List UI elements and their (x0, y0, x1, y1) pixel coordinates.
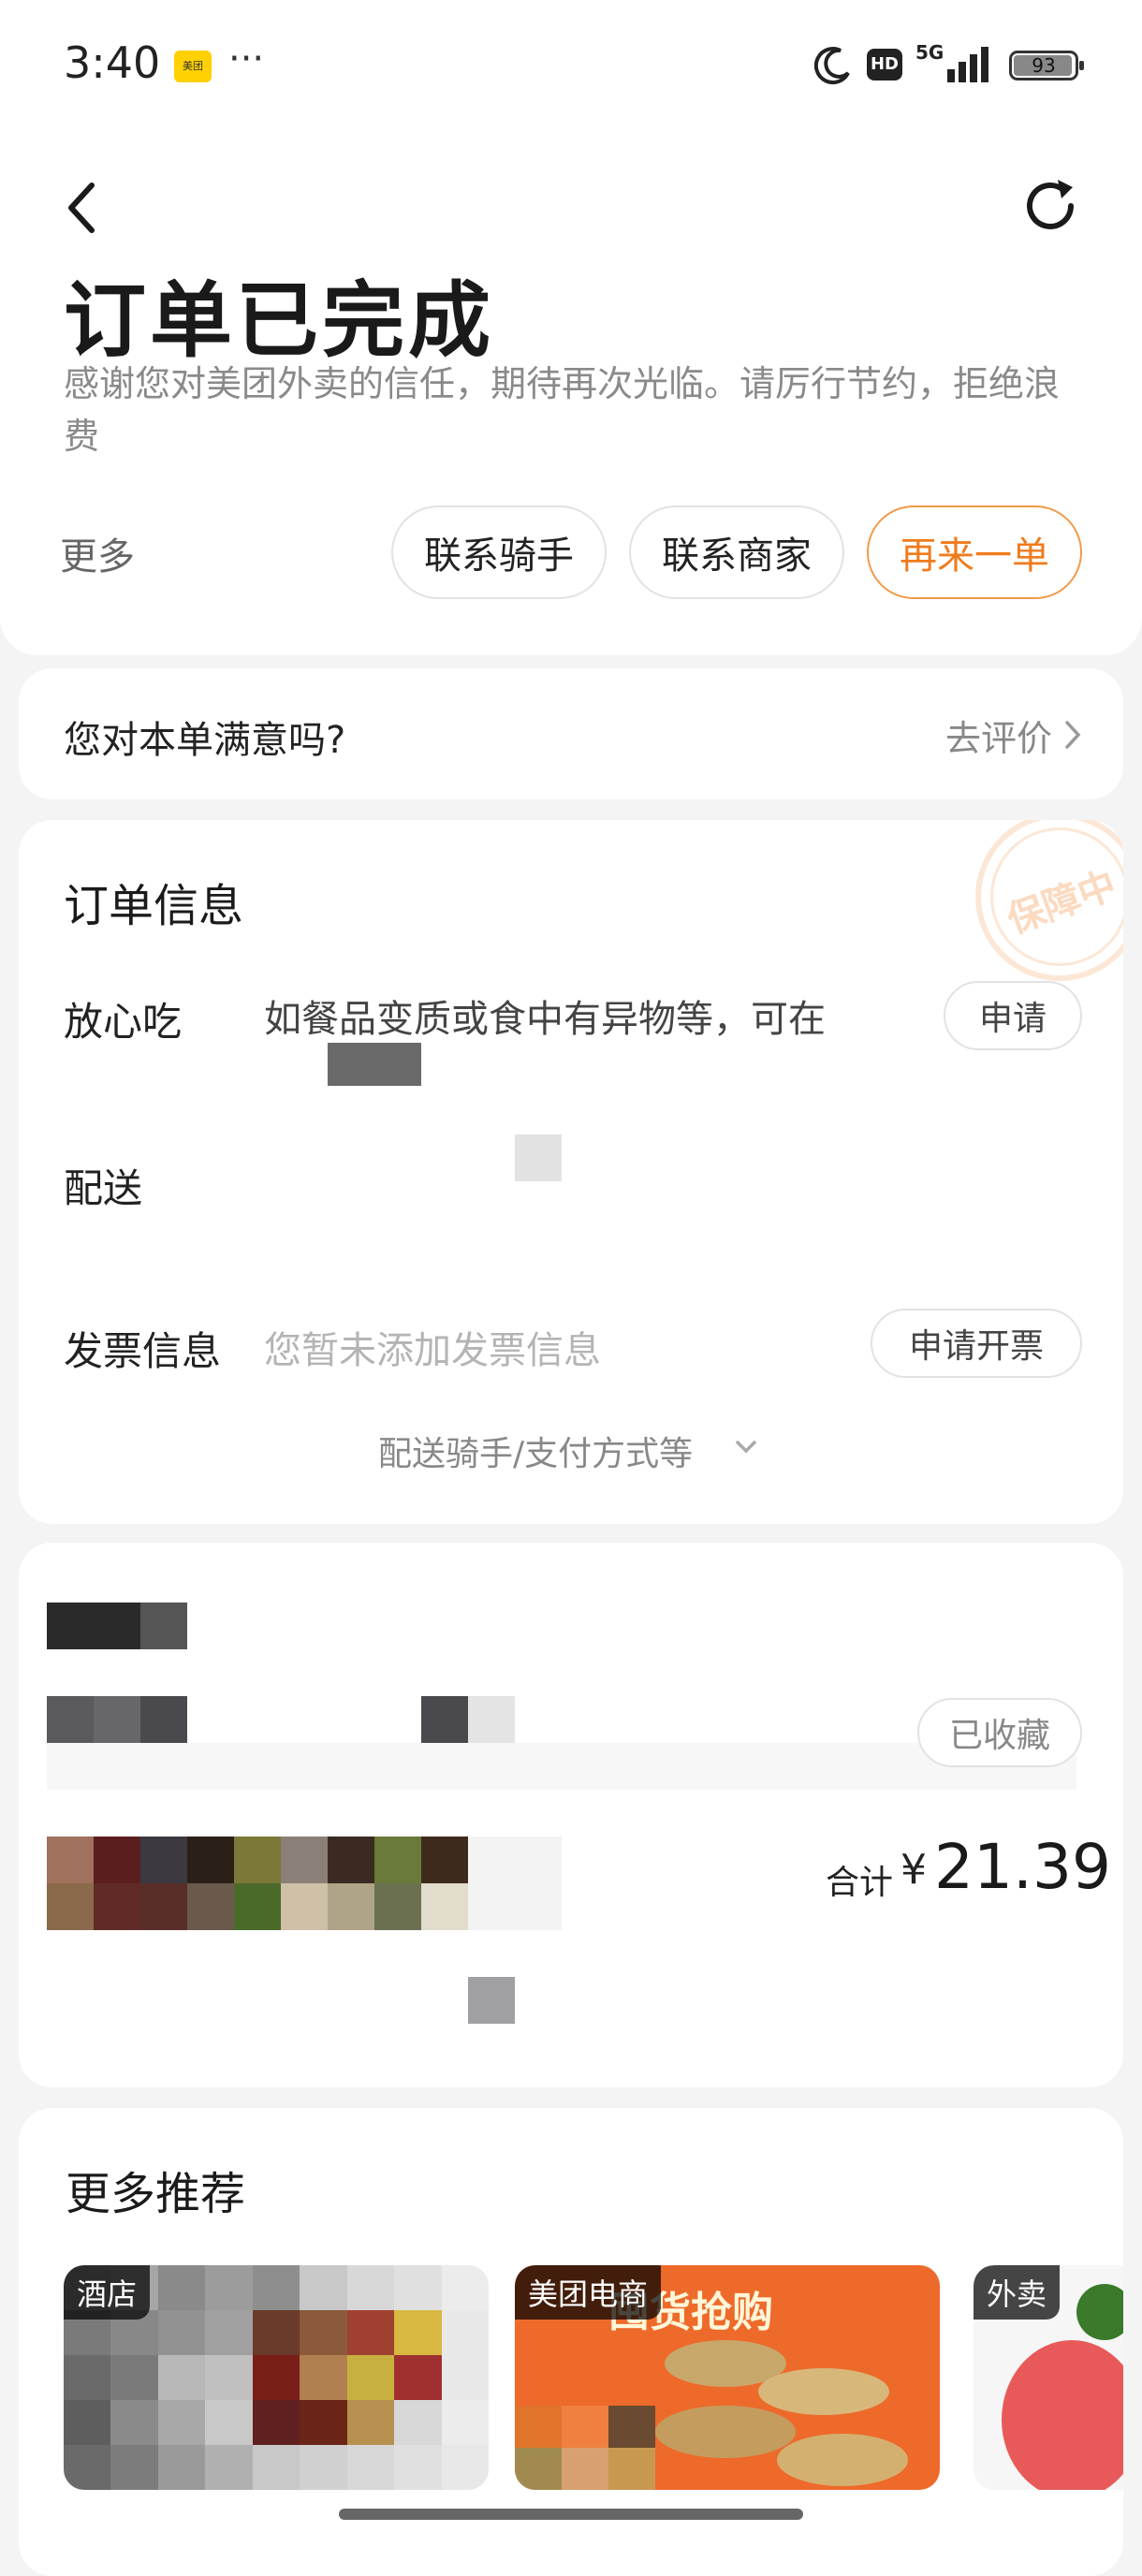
recommend-item-takeout[interactable]: 外卖 (974, 2265, 1123, 2490)
redacted-block (328, 1043, 421, 1086)
page-subtitle: 感谢您对美团外卖的信任，期待再次光临。请厉行节约，拒绝浪费 (64, 363, 1061, 457)
recommend-tag: 外卖 (974, 2265, 1061, 2320)
rating-question: 您对本单满意吗? (64, 719, 346, 762)
contact-rider-button[interactable]: 联系骑手 (391, 505, 607, 599)
watermelon-rind-image (1076, 2284, 1123, 2340)
currency-symbol: ¥ (900, 1846, 927, 1894)
chevron-right-icon (1065, 721, 1081, 749)
item-row-redacted (421, 1696, 515, 1743)
biscuit-image (758, 2368, 889, 2415)
page-title: 订单已完成 (64, 272, 495, 369)
home-gesture-bar[interactable] (339, 2509, 803, 2520)
product-image-redacted (515, 2406, 655, 2490)
chevron-down-icon (736, 1441, 756, 1454)
hd-voice-icon: HD (867, 49, 902, 80)
apply-safe-eat-button[interactable]: 申请 (944, 981, 1082, 1050)
contact-merchant-button[interactable]: 联系商家 (629, 505, 844, 599)
more-actions-link[interactable]: 更多 (60, 526, 135, 580)
recommend-tag: 酒店 (64, 2265, 151, 2320)
total-label: 合计 (826, 1864, 894, 1902)
store-name-redacted (47, 1603, 187, 1649)
go-review-link[interactable]: 去评价 (945, 710, 1052, 761)
apply-invoice-button[interactable]: 申请开票 (871, 1309, 1082, 1378)
battery-icon: 93 (1009, 51, 1084, 80)
status-time: 3:40 (64, 37, 161, 88)
expand-details-link[interactable]: 配送骑手/支付方式等 (378, 1427, 693, 1475)
delivery-label: 配送 (64, 1165, 143, 1211)
favorited-badge[interactable]: 已收藏 (917, 1698, 1082, 1767)
invoice-label: 发票信息 (64, 1328, 222, 1374)
do-not-disturb-moon-icon (813, 47, 850, 85)
battery-level: 93 (1032, 54, 1056, 77)
biscuit-image (655, 2406, 796, 2458)
total-amount: 21.39 (934, 1831, 1111, 1903)
more-dots-icon: ··· (228, 37, 265, 80)
invoice-status-text: 您暂未添加发票信息 (264, 1329, 601, 1372)
recommend-tag: 美团电商 (515, 2265, 662, 2320)
redacted-block (468, 1977, 515, 2024)
product-image-redacted (47, 1837, 562, 1930)
guarantee-stamp: 保障中 (951, 820, 1123, 1005)
signal-strength-icon (947, 47, 988, 82)
recommend-item-ecommerce[interactable]: 囤货抢购 美团电商 (515, 2265, 940, 2490)
refresh-icon[interactable] (1020, 176, 1080, 236)
recommend-title: 更多推荐 (66, 2168, 246, 2220)
redacted-block (515, 1134, 562, 1181)
recommend-item-hotel[interactable]: 酒店 (64, 2265, 489, 2490)
watermelon-image (1002, 2340, 1123, 2490)
safe-eat-label: 放心吃 (64, 999, 183, 1045)
network-type-label: 5G (915, 41, 944, 64)
back-arrow-icon[interactable] (62, 180, 103, 236)
biscuit-image (777, 2434, 908, 2486)
order-info-title: 订单信息 (64, 880, 244, 932)
safe-eat-description: 如餐品变质或食中有异物等，可在 (264, 998, 826, 1041)
meituan-app-icon: 美团 (174, 51, 212, 82)
reorder-button[interactable]: 再来一单 (867, 505, 1082, 599)
item-row-redacted (47, 1696, 187, 1743)
